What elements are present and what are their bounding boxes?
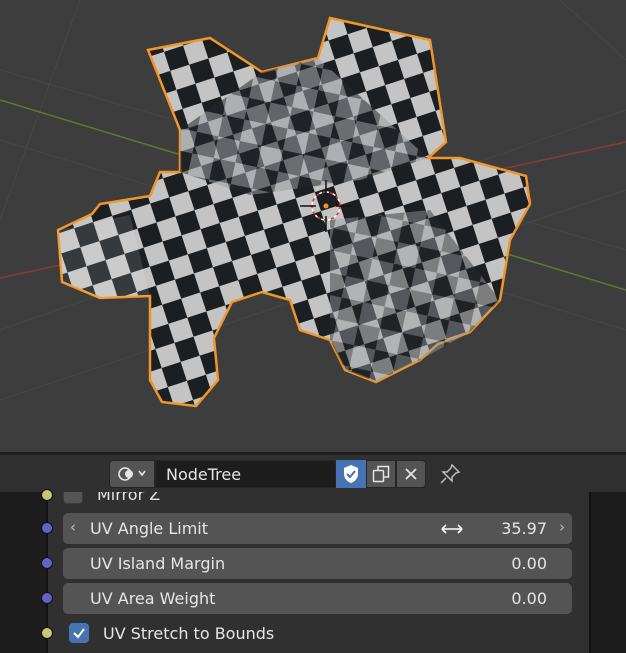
node-tree-name: NodeTree <box>166 464 242 484</box>
pin-icon <box>440 463 461 484</box>
3d-viewport[interactable] <box>0 0 626 452</box>
mirror-socket[interactable] <box>41 489 53 501</box>
uv-area-weight-label: UV Area Weight <box>90 589 216 608</box>
increment-arrow-icon[interactable]: › <box>559 518 565 536</box>
node-tree-name-field[interactable]: NodeTree <box>155 460 336 488</box>
uv-stretch-to-bounds-label: UV Stretch to Bounds <box>103 623 275 643</box>
close-icon <box>405 468 417 480</box>
stretch-socket[interactable] <box>41 627 53 639</box>
mesh-object[interactable] <box>56 16 532 408</box>
editor-type-button[interactable] <box>109 460 155 488</box>
angle-limit-socket[interactable] <box>41 522 53 534</box>
duplicate-button[interactable] <box>366 460 396 488</box>
pin-button[interactable] <box>436 460 464 488</box>
decrement-arrow-icon[interactable]: ‹ <box>70 518 76 536</box>
viewport-canvas[interactable] <box>0 0 626 452</box>
uv-angle-limit-label: UV Angle Limit <box>90 519 209 538</box>
uv-area-weight-value: 0.00 <box>511 589 547 608</box>
area-weight-socket[interactable] <box>41 592 53 604</box>
uv-angle-limit-value: 35.97 <box>501 519 547 538</box>
uv-area-weight-field[interactable]: UV Area Weight 0.00 <box>63 583 572 614</box>
island-margin-socket[interactable] <box>41 557 53 569</box>
uv-island-margin-field[interactable]: UV Island Margin 0.00 <box>63 548 572 579</box>
uv-stretch-to-bounds-row[interactable]: UV Stretch to Bounds <box>69 618 274 648</box>
uv-island-margin-value: 0.00 <box>511 554 547 573</box>
node-editor-icon <box>118 467 146 481</box>
uv-angle-limit-field[interactable]: ‹ UV Angle Limit 35.97 › <box>63 513 572 544</box>
horizontal-resize-cursor-icon <box>441 524 463 534</box>
shield-check-icon <box>344 465 358 483</box>
uv-island-margin-label: UV Island Margin <box>90 554 226 573</box>
node-border-right <box>589 492 591 653</box>
uv-stretch-to-bounds-checkbox[interactable] <box>69 623 89 643</box>
duplicate-icon <box>372 465 390 483</box>
checkmark-icon <box>73 628 85 639</box>
unlink-button[interactable] <box>396 460 426 488</box>
fake-user-button[interactable] <box>336 460 366 488</box>
